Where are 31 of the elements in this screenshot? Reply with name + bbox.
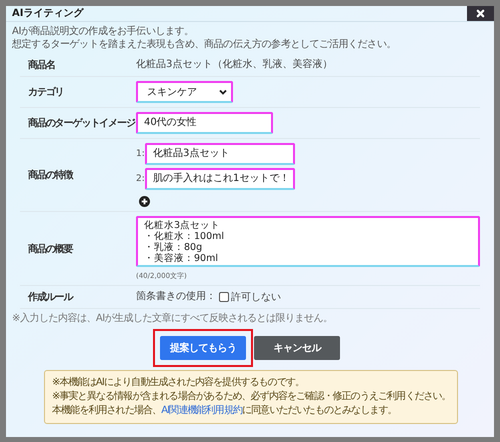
modal-title: AIライティング — [12, 8, 84, 18]
notice-text: ※本機能はAIにより自動生成された内容を提供するものです。 — [52, 376, 306, 390]
item-number: 1: — [136, 149, 143, 159]
terms-link[interactable]: AI関連機能利用規約 — [161, 405, 242, 416]
chevron-down-icon — [219, 89, 227, 95]
cancel-button[interactable]: キャンセル — [254, 336, 340, 360]
checkbox[interactable] — [219, 292, 229, 302]
input-field[interactable]: 肌の手入れはこれ1セットで！ — [145, 168, 295, 190]
checkbox-option[interactable]: 許可しない — [219, 290, 281, 304]
item-number: 2: — [136, 174, 143, 184]
option-label: 箇条書きの使用： — [136, 290, 216, 304]
field-label: 商品の概要 — [27, 242, 74, 256]
disclaimer-text: ※入力した内容は、AIが生成した文章にすべて反映されるとは限りません。 — [12, 312, 334, 325]
field-label: 作成ルール — [26, 290, 74, 304]
add-icon[interactable] — [139, 196, 150, 207]
input-field[interactable]: 化粧品3点セット — [145, 143, 295, 165]
field-label: 商品のターゲットイメージ — [27, 116, 136, 131]
intro-text: 想定するターゲットを踏まえた表現も含め、商品の伝え方の参考としてご活用ください。 — [12, 38, 398, 51]
product-name: 化粧品3点セット（化粧水、乳液、美容液） — [136, 58, 332, 72]
close-icon — [476, 9, 485, 18]
suggest-button[interactable]: 提案してもらう — [160, 336, 246, 360]
input-field[interactable]: 40代の女性 — [136, 112, 273, 134]
notice-text: 本機能を利用された場合、AI関連機能利用規約に同意いただいたものとみなします。 — [52, 404, 398, 418]
close-button[interactable] — [467, 6, 494, 21]
field-label: カテゴリ — [27, 86, 65, 100]
intro-text: AIが商品説明文の作成をお手伝いします。 — [12, 25, 195, 38]
field-label: 商品名 — [27, 58, 56, 72]
category-select[interactable]: スキンケア — [136, 81, 233, 103]
notice-text: ※事実と異なる情報が含まれる場合があるため、必ず内容をご確認・修正のうえご利用ください。 — [52, 390, 450, 404]
field-label: 商品の特徴 — [27, 168, 74, 183]
textarea-field[interactable]: 化粧水3点セット ・化粧水：100ml ・乳液：80g ・美容液：90ml — [136, 216, 480, 267]
